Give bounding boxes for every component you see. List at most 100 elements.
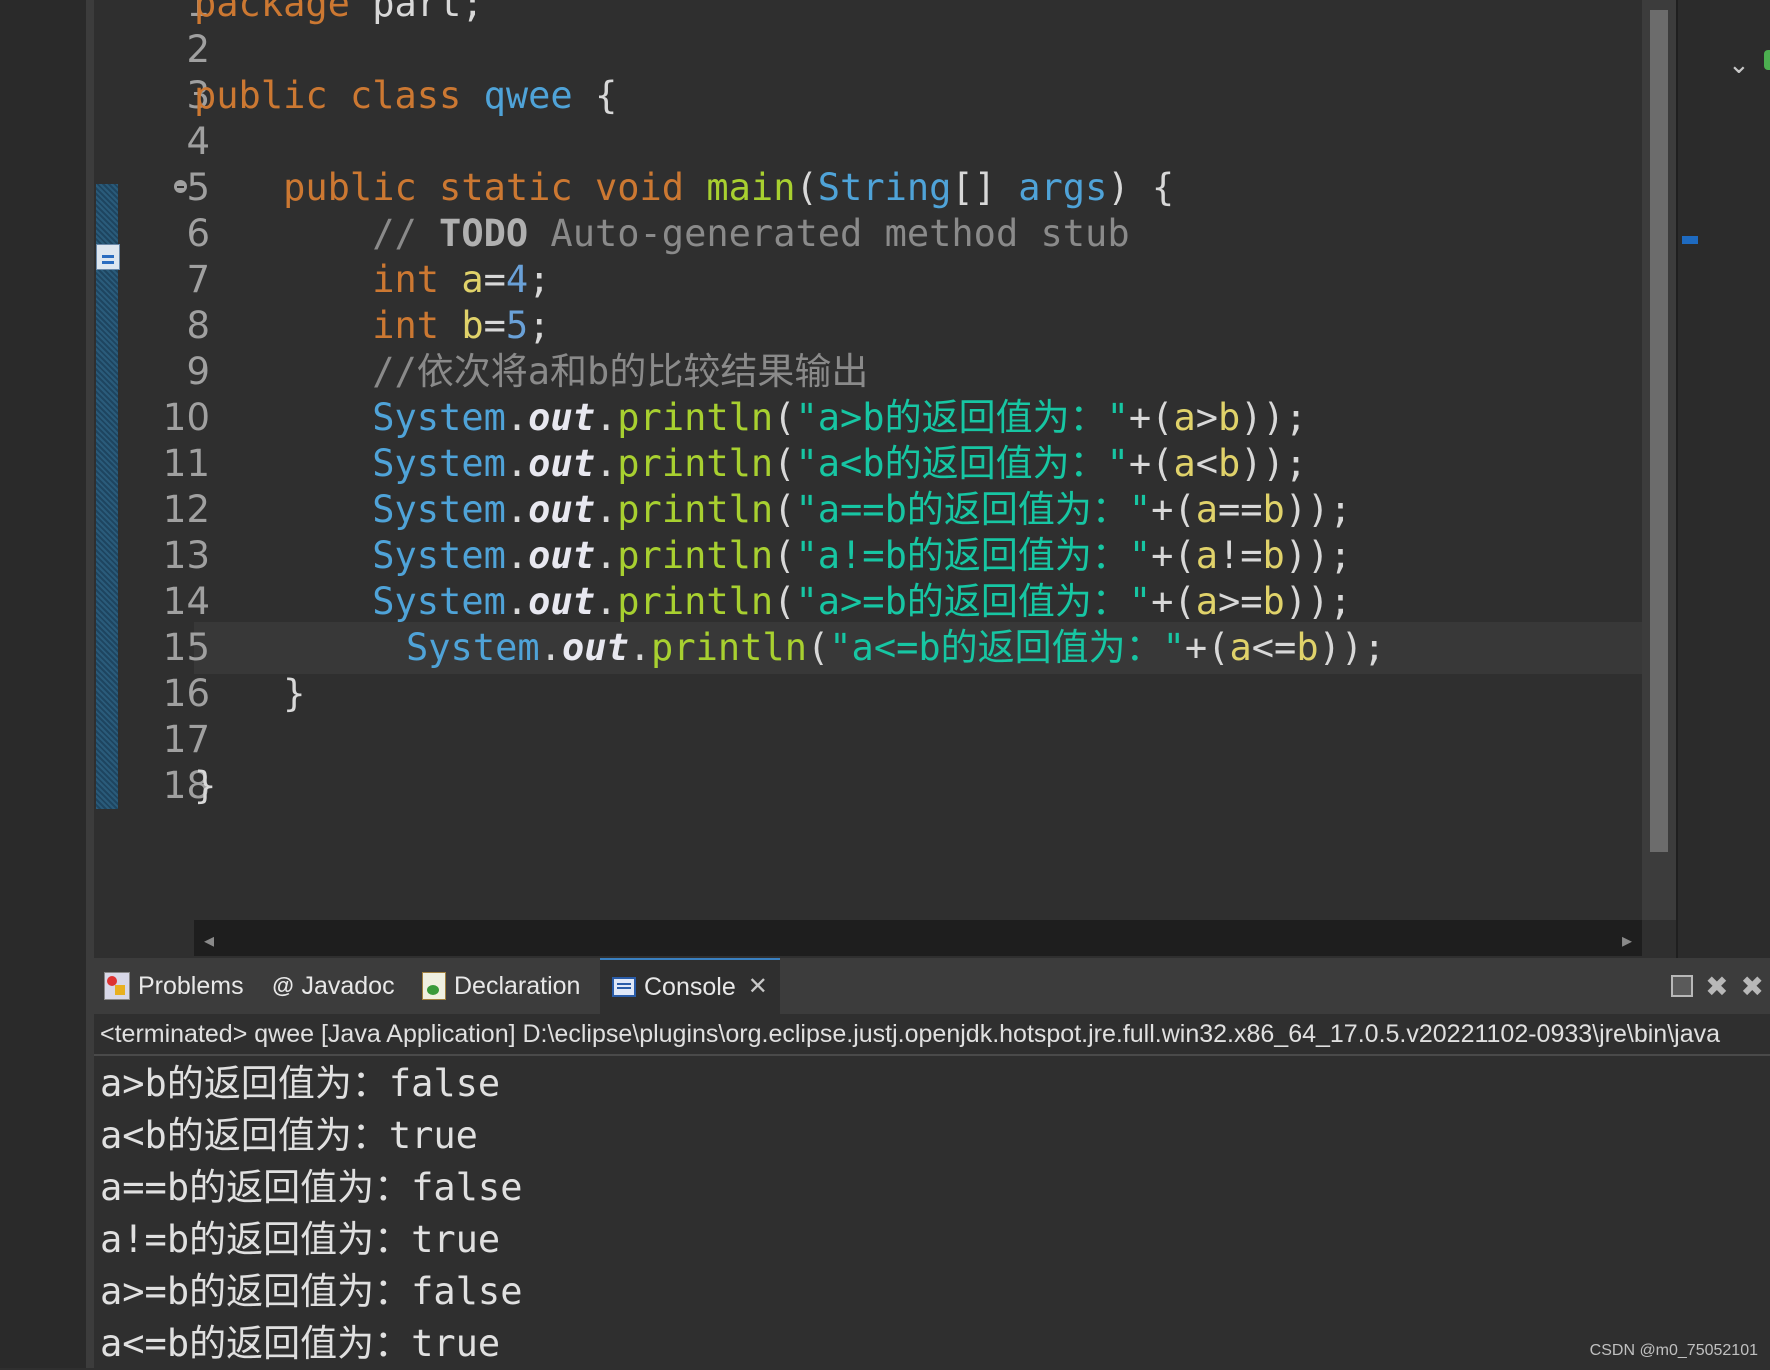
code-token: ; — [528, 304, 551, 347]
chevron-down-icon[interactable]: ⌄ — [1728, 50, 1750, 80]
code-token: ) { — [1107, 166, 1175, 209]
console-output-line: a>=b的返回值为：false — [100, 1270, 523, 1313]
javadoc-icon: @ — [272, 973, 294, 998]
code-text: } — [194, 668, 305, 720]
code-token: static — [439, 166, 573, 209]
code-line[interactable]: 2 — [94, 24, 1642, 76]
code-token: args — [1018, 166, 1108, 209]
code-token: +( — [1151, 488, 1196, 531]
console-output[interactable]: a>b的返回值为：false a<b的返回值为：true a==b的返回值为：fal… — [100, 1058, 522, 1370]
code-token: )); — [1284, 534, 1352, 577]
fold-collapse-icon[interactable] — [174, 180, 187, 193]
code-text: System.out.println("a>b的返回值为："+(a>b)); — [194, 392, 1307, 444]
code-line[interactable]: 6 // TODO Auto-generated method stub — [94, 208, 1642, 260]
code-line[interactable]: 5 public static void main(String[] args)… — [94, 162, 1642, 214]
code-token: = — [483, 304, 506, 347]
scroll-left-arrow-icon[interactable]: ◂ — [204, 928, 214, 952]
tab-label: Console — [644, 973, 736, 1001]
code-token: System — [372, 488, 506, 531]
code-token: )); — [1240, 442, 1308, 485]
code-token: . — [594, 442, 618, 485]
code-line[interactable]: 17 — [94, 714, 1642, 766]
code-line[interactable]: 9 //依次将a和b的比较结果输出 — [94, 346, 1642, 398]
code-token: . — [594, 580, 618, 623]
tab-console[interactable]: Console ✕ — [600, 958, 780, 1014]
remove-all-terminated-icon[interactable]: ✖ — [1741, 970, 1764, 1003]
code-token: < — [1195, 442, 1218, 485]
overview-task-marker[interactable] — [1682, 236, 1698, 244]
close-icon[interactable]: ✕ — [748, 959, 768, 1015]
code-token: out — [528, 534, 595, 577]
code-token: = — [483, 258, 506, 301]
code-token: part; — [349, 0, 484, 25]
code-token: out — [528, 580, 595, 623]
code-line[interactable]: 16 } — [94, 668, 1642, 720]
view-tab-bar: Problems @ Javadoc Declaration Console ✕… — [94, 958, 1770, 1014]
code-token: a — [461, 258, 484, 301]
code-token: +( — [1128, 396, 1174, 439]
code-token: != — [1217, 534, 1263, 577]
code-line[interactable]: 18} — [94, 760, 1642, 812]
code-token: Auto-generated method stub — [528, 212, 1130, 255]
code-line[interactable]: 4 — [94, 116, 1642, 168]
watermark: CSDN @m0_75052101 — [1589, 1342, 1758, 1359]
line-number: 17 — [162, 718, 210, 761]
tab-label: Declaration — [454, 972, 581, 1000]
code-line[interactable]: 11 System.out.println("a<b的返回值为："+(a<b))… — [94, 438, 1642, 490]
maximize-icon[interactable] — [1671, 975, 1694, 997]
code-token: "a!=b的返回值为：" — [795, 534, 1152, 577]
code-token: )); — [1284, 488, 1352, 531]
code-line[interactable]: 10 System.out.println("a>b的返回值为："+(a>b))… — [94, 392, 1642, 444]
console-view: Problems @ Javadoc Declaration Console ✕… — [94, 958, 1770, 1368]
code-text: int b=5; — [194, 300, 550, 352]
code-line[interactable]: 8 int b=5; — [94, 300, 1642, 352]
code-token: )); — [1240, 396, 1308, 439]
left-panel-border — [86, 0, 94, 1368]
code-token: qwee — [483, 74, 573, 117]
scroll-right-arrow-icon[interactable]: ▸ — [1622, 928, 1632, 952]
code-token: ( — [773, 442, 796, 485]
code-line[interactable]: 3 public class qwee { — [94, 70, 1642, 122]
code-token: out — [528, 396, 595, 439]
code-token: . — [505, 442, 529, 485]
code-line[interactable]: 12 System.out.println("a==b的返回值为："+(a==b… — [94, 484, 1642, 536]
vertical-scrollbar-thumb[interactable] — [1650, 10, 1668, 852]
code-token: . — [505, 396, 529, 439]
code-line[interactable]: 7 int a=4; — [94, 254, 1642, 306]
status-indicator-icon — [1764, 50, 1770, 70]
code-line[interactable]: 13 System.out.println("a!=b的返回值为："+(a!=b… — [94, 530, 1642, 582]
horizontal-scrollbar[interactable]: ◂ ▸ — [194, 920, 1642, 956]
console-icon — [612, 977, 636, 997]
overview-ruler[interactable] — [1676, 0, 1710, 958]
code-token: b — [1262, 534, 1285, 577]
line-number: 15 — [162, 626, 210, 669]
code-text: int a=4; — [194, 254, 550, 306]
code-token: println — [617, 488, 774, 531]
code-token: . — [505, 580, 529, 623]
tab-declaration[interactable]: Declaration — [422, 958, 580, 1014]
code-token: ( — [773, 534, 796, 577]
terminate-icon[interactable]: ✖ — [1705, 970, 1728, 1003]
code-token: 4 — [505, 258, 529, 301]
code-token: ( — [773, 396, 796, 439]
tab-javadoc[interactable]: @ Javadoc — [272, 958, 395, 1014]
code-token: String — [817, 166, 952, 209]
code-token: )); — [1284, 580, 1352, 623]
tab-problems[interactable]: Problems — [104, 958, 244, 1014]
code-token: +( — [1128, 442, 1174, 485]
code-token: } — [194, 764, 217, 807]
view-actions: ✖ ✖ — [1671, 958, 1770, 1014]
code-token: . — [594, 396, 618, 439]
code-line[interactable]: 14 System.out.println("a>=b的返回值为："+(a>=b… — [94, 576, 1642, 628]
console-output-line: a!=b的返回值为：true — [100, 1218, 501, 1261]
code-editor[interactable]: 1 package part; 2 3 public class qwee {4 5 pu… — [94, 0, 1676, 958]
code-token: b — [1218, 396, 1241, 439]
code-token: out — [528, 442, 595, 485]
code-text: System.out.println("a>=b的返回值为："+(a>=b)); — [194, 576, 1352, 628]
